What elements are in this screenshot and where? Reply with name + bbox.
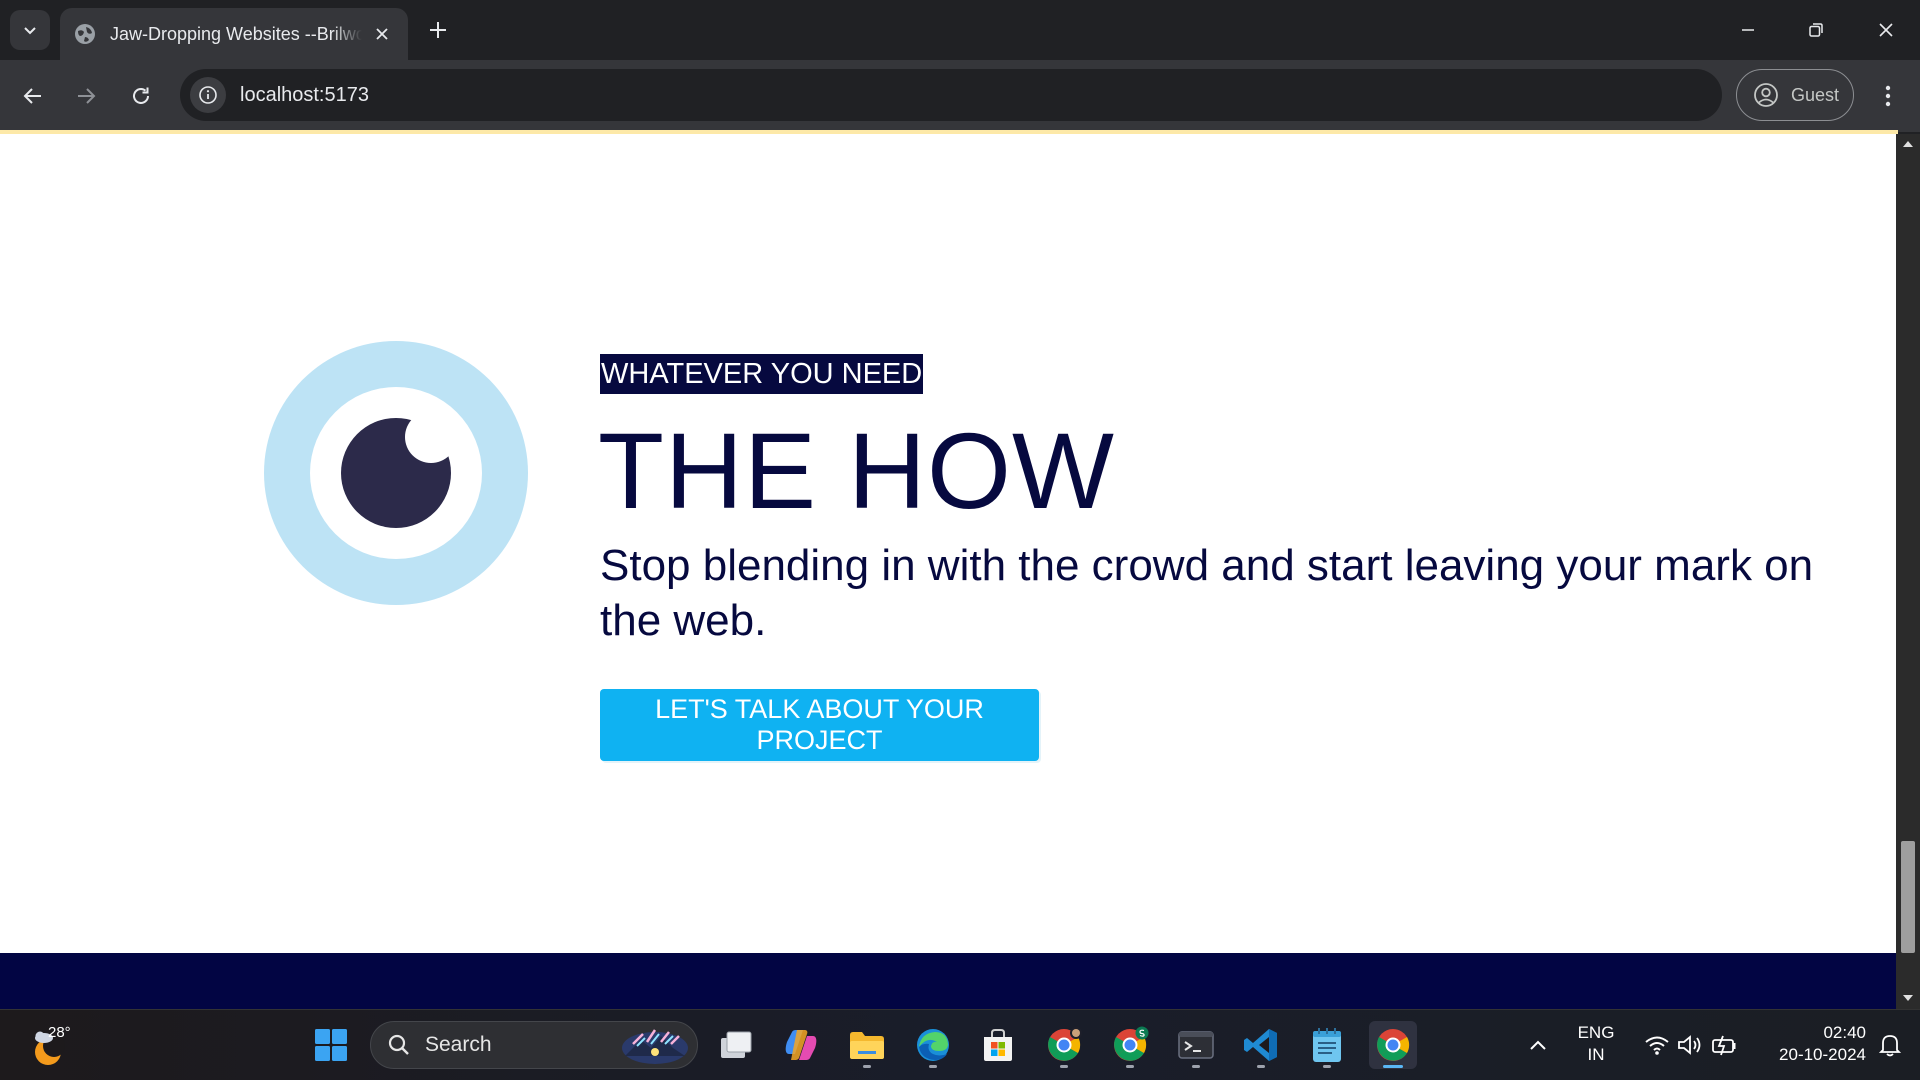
- back-button[interactable]: [13, 76, 53, 116]
- close-icon: [1879, 23, 1893, 37]
- arrow-right-icon: [78, 88, 96, 104]
- copilot-button[interactable]: [777, 1021, 825, 1069]
- windows-taskbar: 28° Search ENG IN 02:40 20-10-2024: [0, 1009, 1920, 1080]
- arrow-left-icon: [23, 88, 41, 104]
- task-view-button[interactable]: [712, 1021, 760, 1069]
- vscode-button[interactable]: [1237, 1021, 1285, 1069]
- windows-start-button[interactable]: [307, 1021, 355, 1069]
- chrome-profile-1-icon: [1048, 1027, 1082, 1061]
- clock-date: 20-10-2024: [1779, 1045, 1866, 1064]
- reload-icon: [133, 87, 149, 104]
- scroll-thumb[interactable]: [1901, 841, 1915, 953]
- running-indicator: [1257, 1065, 1265, 1068]
- chrome-profile-2-icon: [1114, 1026, 1149, 1061]
- close-window-button[interactable]: [1852, 0, 1920, 60]
- account-circle-icon: [1754, 83, 1778, 107]
- site-info-button[interactable]: [190, 77, 226, 113]
- clock-time: 02:40: [1823, 1023, 1866, 1042]
- chevron-up-icon: [1530, 1040, 1546, 1050]
- section-eyebrow: WHATEVER YOU NEED: [600, 354, 924, 394]
- terminal-button[interactable]: [1172, 1021, 1220, 1069]
- chrome-profile-1-button[interactable]: [1040, 1021, 1088, 1069]
- running-indicator: [863, 1065, 871, 1068]
- profile-button[interactable]: Guest: [1736, 69, 1854, 121]
- microsoft-store-icon: [984, 1029, 1012, 1061]
- chrome-profile-2-button[interactable]: [1106, 1021, 1154, 1069]
- task-view-icon: [721, 1031, 752, 1058]
- section-headline: THE HOW: [598, 410, 1115, 531]
- profile-label: Guest: [1791, 84, 1840, 105]
- running-indicator: [1060, 1065, 1068, 1068]
- copilot-icon: [785, 1030, 817, 1060]
- wifi-icon: [1645, 1036, 1669, 1055]
- taskbar-search[interactable]: Search: [370, 1021, 698, 1069]
- restore-icon: [1809, 23, 1823, 37]
- new-tab-button[interactable]: [422, 14, 454, 46]
- running-indicator: [929, 1065, 937, 1068]
- volume-icon: [1678, 1035, 1701, 1055]
- globe-icon: [75, 24, 95, 44]
- tab-search-button[interactable]: [10, 10, 50, 50]
- section-subtext: Stop blending in with the crowd and star…: [600, 541, 1814, 645]
- tab-close-button[interactable]: [370, 22, 394, 46]
- battery-charging-icon: [1712, 1035, 1736, 1056]
- search-icon: [388, 1034, 409, 1055]
- chrome-icon: [1377, 1029, 1410, 1061]
- microsoft-store-button[interactable]: [974, 1021, 1022, 1069]
- region-code: IN: [1587, 1045, 1605, 1064]
- weather-temperature: 28°: [48, 1024, 71, 1041]
- browser-menu-button[interactable]: [1868, 76, 1908, 116]
- file-explorer-button[interactable]: [843, 1021, 891, 1069]
- language-code: ENG: [1577, 1023, 1615, 1042]
- chrome-button[interactable]: [1369, 1021, 1417, 1069]
- close-icon: [376, 28, 388, 40]
- page-viewport: WHATEVER YOU NEED THE HOW Stop blending …: [0, 134, 1896, 1009]
- weather-widget[interactable]: 28°: [24, 1024, 84, 1068]
- info-icon: [199, 86, 217, 104]
- terminal-icon: [1178, 1031, 1214, 1059]
- edge-icon: [917, 1029, 949, 1061]
- running-indicator: [1126, 1065, 1134, 1068]
- browser-tab-strip: Jaw-Dropping Websites --Brilworks: [0, 0, 1920, 60]
- notepad-icon: [1313, 1028, 1341, 1062]
- address-bar[interactable]: localhost:5173: [180, 69, 1722, 121]
- forward-button[interactable]: [66, 76, 106, 116]
- clock[interactable]: 02:40 20-10-2024: [1756, 1022, 1866, 1066]
- minimize-button[interactable]: [1714, 0, 1782, 60]
- quick-settings-button[interactable]: [1636, 1021, 1746, 1069]
- contact-cta-button[interactable]: LET'S TALK ABOUT YOUR PROJECT: [600, 689, 1039, 761]
- page-scrollbar[interactable]: [1896, 134, 1920, 1009]
- bell-icon: [1879, 1035, 1901, 1057]
- tab-title: Jaw-Dropping Websites --Brilworks: [110, 23, 362, 44]
- url-text[interactable]: localhost:5173: [240, 84, 369, 107]
- active-app-indicator: [1383, 1065, 1403, 1068]
- edge-button[interactable]: [909, 1021, 957, 1069]
- windows-start-icon: [315, 1029, 347, 1061]
- file-explorer-icon: [850, 1032, 884, 1059]
- running-indicator: [1192, 1065, 1200, 1068]
- show-hidden-icons-button[interactable]: [1516, 1021, 1560, 1069]
- plus-icon: [430, 22, 446, 38]
- scroll-up-arrow-icon[interactable]: [1902, 138, 1914, 150]
- restore-button[interactable]: [1782, 0, 1850, 60]
- search-label: Search: [425, 1033, 492, 1056]
- browser-toolbar: localhost:5173 Guest: [0, 60, 1920, 132]
- chevron-down-icon: [24, 27, 36, 35]
- running-indicator: [1323, 1065, 1331, 1068]
- more-vertical-icon: [1885, 85, 1891, 107]
- notepad-button[interactable]: [1303, 1021, 1351, 1069]
- search-highlight-art-icon: [622, 1029, 688, 1064]
- footer-band: [0, 953, 1896, 1009]
- scroll-down-arrow-icon[interactable]: [1902, 992, 1914, 1004]
- browser-tab-active[interactable]: Jaw-Dropping Websites --Brilworks: [60, 8, 408, 60]
- minimize-icon: [1742, 29, 1754, 31]
- vscode-icon: [1244, 1029, 1277, 1061]
- reload-button[interactable]: [121, 76, 161, 116]
- language-indicator[interactable]: ENG IN: [1568, 1022, 1624, 1066]
- notifications-button[interactable]: [1870, 1021, 1910, 1069]
- eye-logo-icon: [264, 341, 528, 605]
